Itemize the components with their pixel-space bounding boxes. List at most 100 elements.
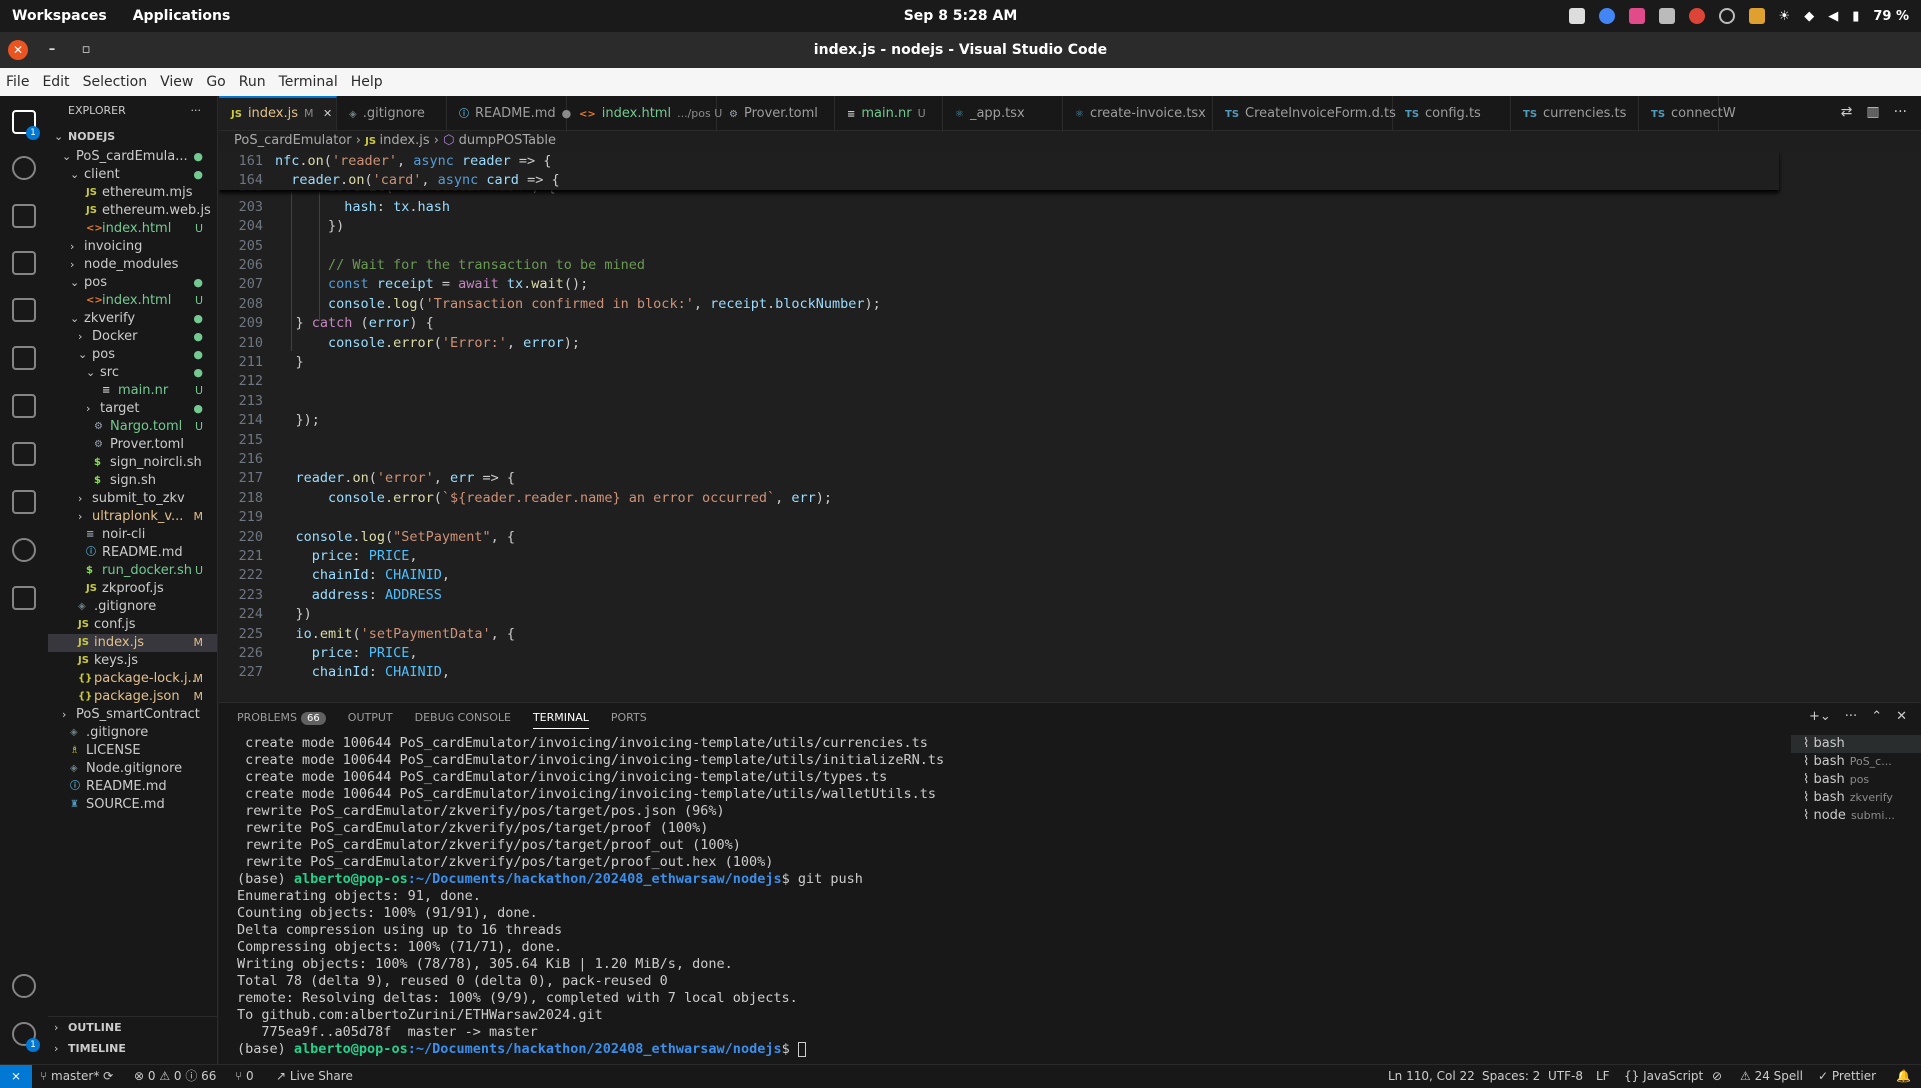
tree-item[interactable]: › Docker ● <box>48 328 217 346</box>
applications-menu[interactable]: Applications <box>133 8 231 24</box>
new-terminal-icon[interactable]: +⌄ <box>1809 709 1831 724</box>
stats-icon[interactable] <box>1658 8 1675 24</box>
breadcrumb-file[interactable]: index.js <box>380 133 430 148</box>
more-actions-icon[interactable]: ··· <box>1894 104 1907 120</box>
tree-item[interactable]: ◈ Node.gitignore <box>48 760 217 778</box>
menu-run[interactable]: Run <box>239 74 266 90</box>
tree-item[interactable]: ♜ SOURCE.md <box>48 796 217 814</box>
thunder-client-icon[interactable] <box>12 538 36 562</box>
tree-item[interactable]: ≡ noir-cli <box>48 526 217 544</box>
comments-icon[interactable] <box>12 586 36 610</box>
editor-tab[interactable]: TS currencies.ts <box>1511 96 1639 130</box>
language-mode[interactable]: {} JavaScript <box>1624 1065 1703 1088</box>
tree-item[interactable]: › submit_to_zkv <box>48 490 217 508</box>
tree-item[interactable]: JS conf.js <box>48 616 217 634</box>
battery-level[interactable]: 79 % <box>1873 9 1909 24</box>
tree-item[interactable]: <> index.html U <box>48 220 217 238</box>
tab-debug-console[interactable]: DEBUG CONSOLE <box>415 711 511 729</box>
tree-item[interactable]: {} package-lock.j... M <box>48 670 217 688</box>
tree-item[interactable]: › PoS_smartContract <box>48 706 217 724</box>
breadcrumb-folder[interactable]: PoS_cardEmulator <box>234 133 352 148</box>
source-control-icon[interactable] <box>12 204 36 228</box>
explorer-more-icon[interactable]: ··· <box>191 96 202 126</box>
tree-item[interactable]: JS index.js M <box>48 634 217 652</box>
tree-item[interactable]: ⓘ README.md <box>48 544 217 562</box>
chrome-icon[interactable] <box>1598 8 1615 24</box>
menu-help[interactable]: Help <box>351 74 383 90</box>
copilot-icon[interactable]: ⊘ <box>1712 1065 1722 1088</box>
tree-item[interactable]: ◈ .gitignore <box>48 598 217 616</box>
search-icon[interactable] <box>12 156 36 180</box>
battery-icon[interactable]: ▮ <box>1852 9 1859 24</box>
menu-go[interactable]: Go <box>206 74 225 90</box>
line-ending[interactable]: LF <box>1596 1065 1610 1088</box>
terminal-instance[interactable]: ⌇ bash pos <box>1791 771 1921 789</box>
tree-item[interactable]: JS ethereum.web.js <box>48 202 217 220</box>
tree-item[interactable]: $ sign.sh <box>48 472 217 490</box>
tree-item[interactable]: <> index.html U <box>48 292 217 310</box>
tree-item[interactable]: ⌄ PoS_cardEmula... ● <box>48 148 217 166</box>
tab-problems[interactable]: PROBLEMS 66 <box>237 711 326 729</box>
terminal-instance[interactable]: ⌇ node submi... <box>1791 807 1921 825</box>
editor-tab[interactable]: ≡ main.nr U <box>835 96 943 130</box>
brightness-icon[interactable]: ☀ <box>1779 9 1791 24</box>
terminal-instance[interactable]: ⌇ bash PoS_c... <box>1791 753 1921 771</box>
ports-indicator[interactable]: ⑂ 0 <box>235 1065 254 1088</box>
editor-tab[interactable]: ⚙ Prover.toml <box>717 96 835 130</box>
spell-checker[interactable]: ⚠ 24 Spell <box>1740 1065 1803 1088</box>
tree-item[interactable]: ⌄ zkverify ● <box>48 310 217 328</box>
menu-selection[interactable]: Selection <box>83 74 148 90</box>
editor-tab[interactable]: ⚛ _app.tsx <box>943 96 1063 130</box>
tree-root-nodejs[interactable]: ⌄ NODEJS <box>48 126 217 148</box>
editor-tab[interactable]: ⚛ create-invoice.tsx <box>1063 96 1213 130</box>
timeline-section[interactable]: › TIMELINE <box>48 1038 217 1060</box>
sticky-scroll[interactable]: 161 nfc.on('reader', async reader => {164… <box>219 151 1779 190</box>
tree-item[interactable]: JS keys.js <box>48 652 217 670</box>
tree-item[interactable]: ♗ LICENSE <box>48 742 217 760</box>
tree-item[interactable]: JS zkproof.js <box>48 580 217 598</box>
tree-item[interactable]: ⓘ README.md <box>48 778 217 796</box>
editor-tab[interactable]: ◈ .gitignore <box>337 96 447 130</box>
tree-item[interactable]: ⚙ Nargo.toml U <box>48 418 217 436</box>
outline-section[interactable]: › OUTLINE <box>48 1016 217 1038</box>
remote-indicator-icon[interactable]: ⨯ <box>0 1065 32 1088</box>
tree-item[interactable]: ◈ .gitignore <box>48 724 217 742</box>
close-window-button[interactable]: ✕ <box>8 40 28 60</box>
accounts-icon[interactable] <box>12 974 36 998</box>
encoding[interactable]: UTF-8 <box>1548 1065 1583 1088</box>
editor-tab[interactable]: JS index.js M ✕ <box>219 96 337 130</box>
menu-view[interactable]: View <box>160 74 193 90</box>
minimize-window-button[interactable]: – <box>42 40 62 60</box>
split-editor-icon[interactable]: ▥ <box>1866 104 1879 120</box>
close-tab-icon[interactable]: ✕ <box>320 107 332 120</box>
run-debug-icon[interactable] <box>12 251 36 275</box>
problems-indicator[interactable]: ⊗ 0 ⚠ 0 ⓘ 66 <box>134 1065 216 1088</box>
package-icon[interactable] <box>1748 8 1765 24</box>
tree-item[interactable]: JS ethereum.mjs <box>48 184 217 202</box>
close-panel-icon[interactable]: ✕ <box>1896 709 1907 724</box>
maximize-panel-icon[interactable]: ⌃ <box>1871 709 1882 724</box>
docker-icon[interactable] <box>12 442 36 466</box>
testing-icon[interactable] <box>12 394 36 418</box>
live-share-button[interactable]: ↗ Live Share <box>276 1065 353 1088</box>
workspaces-menu[interactable]: Workspaces <box>12 8 107 24</box>
wifi-icon[interactable]: ◆ <box>1804 9 1814 24</box>
tree-item[interactable]: ⌄ pos ● <box>48 346 217 364</box>
maximize-window-button[interactable]: ▫ <box>76 40 96 60</box>
editor-tab[interactable]: TS CreateInvoiceForm.d.ts <box>1213 96 1396 130</box>
prettier-status[interactable]: ✓ Prettier <box>1818 1065 1876 1088</box>
terminal-instance[interactable]: ⌇ bash <box>1791 735 1921 753</box>
editor-tab[interactable]: TS connectW <box>1639 96 1736 130</box>
notifications-bell-icon[interactable]: 🔔 <box>1896 1065 1911 1088</box>
cursor-position[interactable]: Ln 110, Col 22 <box>1388 1065 1475 1088</box>
terminal-output[interactable]: create mode 100644 PoS_cardEmulator/invo… <box>237 735 1737 1060</box>
tab-output[interactable]: OUTPUT <box>348 711 393 729</box>
menu-file[interactable]: File <box>6 74 29 90</box>
app-tray-icon[interactable] <box>1628 8 1645 24</box>
tree-item[interactable]: › ultraplonk_v... M <box>48 508 217 526</box>
whatsapp-icon[interactable] <box>1718 8 1735 24</box>
tree-item[interactable]: $ sign_noircli.sh <box>48 454 217 472</box>
tab-terminal[interactable]: TERMINAL <box>532 711 589 729</box>
tree-item[interactable]: ⌄ client ● <box>48 166 217 184</box>
tree-item[interactable]: {} package.json M <box>48 688 217 706</box>
